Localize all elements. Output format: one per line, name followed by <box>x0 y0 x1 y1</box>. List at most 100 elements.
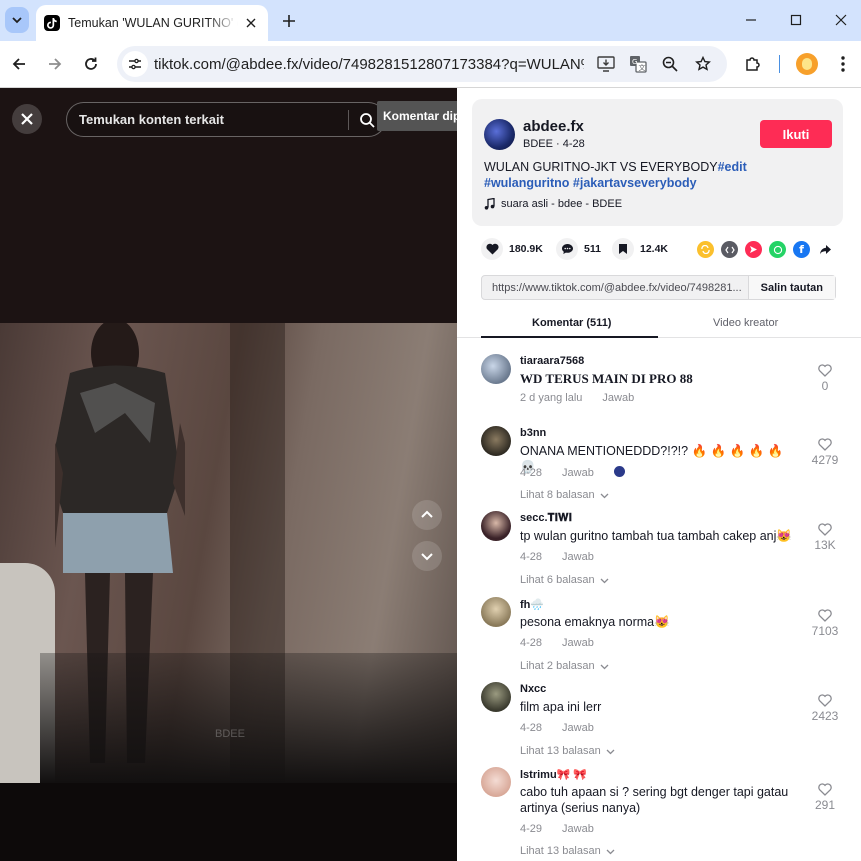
chevron-down-icon <box>600 493 609 498</box>
comment-like-button[interactable]: 291 <box>807 783 843 812</box>
search-input[interactable]: Temukan konten terkait <box>67 112 348 127</box>
embed-icon[interactable] <box>721 241 738 258</box>
comment-username[interactable]: fh🌧️ <box>520 598 544 611</box>
music-title: suara asli - bdee - BDEE <box>501 198 623 210</box>
avatar[interactable] <box>481 767 511 797</box>
view-replies-button[interactable]: Lihat 6 balasan <box>520 574 609 586</box>
new-tab-button[interactable] <box>279 11 299 31</box>
avatar[interactable] <box>481 511 511 541</box>
author-avatar[interactable] <box>484 119 515 150</box>
comment-text: pesona emaknya norma😻 <box>520 615 670 629</box>
site-info-button[interactable] <box>122 51 148 77</box>
share-link-box: https://www.tiktok.com/@abdee.fx/video/7… <box>481 275 836 300</box>
music-link[interactable]: suara asli - bdee - BDEE <box>484 198 622 210</box>
hashtag-link[interactable]: #wulanguritno <box>484 176 569 190</box>
comment-username[interactable]: lstrimu🎀 🎀 <box>520 768 587 781</box>
video-frame <box>0 323 457 783</box>
avatar[interactable] <box>481 597 511 627</box>
view-replies-button[interactable]: Lihat 8 balasan <box>520 489 609 501</box>
comment-like-button[interactable]: 0 <box>807 364 843 393</box>
comment-like-count: 2423 <box>811 709 839 723</box>
extensions-button[interactable] <box>742 53 764 75</box>
comment-date: 4-28 <box>520 467 543 479</box>
send-icon[interactable] <box>745 241 762 258</box>
close-window-button[interactable] <box>831 10 851 30</box>
toolbar-divider <box>779 55 780 73</box>
comment-like-button[interactable]: 7103 <box>807 609 843 638</box>
heart-outline-icon <box>818 783 832 796</box>
view-replies-button[interactable]: Lihat 2 balasan <box>520 660 609 672</box>
comment-date: 4-28 <box>520 637 543 649</box>
share-link-text[interactable]: https://www.tiktok.com/@abdee.fx/video/7… <box>482 282 748 294</box>
reply-button[interactable]: Jawab <box>562 637 594 649</box>
previous-video-button[interactable] <box>412 500 442 530</box>
tab-close-icon[interactable] <box>242 14 260 32</box>
tab-search-button[interactable] <box>5 7 29 33</box>
copy-link-button[interactable]: Salin tautan <box>747 276 835 299</box>
save-button[interactable]: 12.4K <box>612 238 668 260</box>
comment-like-button[interactable]: 13K <box>807 523 843 552</box>
reply-button[interactable]: Jawab <box>562 551 594 563</box>
maximize-button[interactable] <box>786 10 806 30</box>
bookmark-star-icon[interactable] <box>692 53 714 75</box>
comment-date: 2 d yang lalu <box>520 392 583 404</box>
view-replies-button[interactable]: Lihat 13 balasan <box>520 745 615 757</box>
comment-meta: 4-28 Jawab <box>520 637 614 649</box>
address-bar[interactable]: tiktok.com/@abdee.fx/video/7498281512807… <box>117 46 727 82</box>
comment-date: 4-28 <box>520 551 543 563</box>
comment-date: 4-29 <box>520 823 543 835</box>
music-note-icon <box>484 198 495 210</box>
related-search-bar[interactable]: Temukan konten terkait <box>66 102 386 137</box>
svg-text:文: 文 <box>639 63 646 72</box>
reply-button[interactable]: Jawab <box>562 467 594 479</box>
comment-like-button[interactable]: 2423 <box>807 694 843 723</box>
avatar[interactable] <box>481 354 511 384</box>
browser-tab-active[interactable]: Temukan 'WULAN GURITNO' di TikTok <box>36 5 268 41</box>
url-text[interactable]: tiktok.com/@abdee.fx/video/7498281512807… <box>154 56 584 73</box>
video-player[interactable]: BDEE Temukan konten terkait Komentar dip… <box>0 88 457 861</box>
tab-creator-videos[interactable]: Video kreator <box>713 317 778 329</box>
reload-button[interactable] <box>80 53 102 75</box>
svg-text:G: G <box>632 58 637 66</box>
minimize-button[interactable] <box>741 10 761 30</box>
comment-username[interactable]: secc.𝐓𝐈𝐖𝐈 <box>520 512 572 525</box>
like-button[interactable]: 180.9K <box>481 238 543 260</box>
follow-button[interactable]: Ikuti <box>760 120 832 148</box>
forward-button[interactable] <box>44 53 66 75</box>
video-watermark: BDEE <box>215 728 245 740</box>
back-button[interactable] <box>8 53 30 75</box>
hashtag-link[interactable]: #edit <box>718 160 747 174</box>
close-video-button[interactable] <box>12 104 42 134</box>
reply-button[interactable]: Jawab <box>562 823 594 835</box>
reply-button[interactable]: Jawab <box>562 722 594 734</box>
floor-shadow <box>40 653 457 783</box>
tab-comments[interactable]: Komentar (511) <box>532 317 611 329</box>
avatar[interactable] <box>481 426 511 456</box>
reply-button[interactable]: Jawab <box>602 392 634 404</box>
profile-avatar[interactable] <box>796 53 818 75</box>
comment-meta: 4-29 Jawab <box>520 823 614 835</box>
share-arrow-icon[interactable] <box>817 241 834 258</box>
comment-button[interactable]: 511 <box>556 238 601 260</box>
zoom-icon[interactable] <box>659 53 681 75</box>
comment-like-button[interactable]: 4279 <box>807 438 843 467</box>
repost-icon[interactable] <box>697 241 714 258</box>
heart-outline-icon <box>818 438 832 451</box>
view-replies-button[interactable]: Lihat 13 balasan <box>520 845 615 857</box>
chevron-up-icon <box>421 510 433 518</box>
heart-outline-icon <box>818 523 832 536</box>
browser-menu-button[interactable] <box>832 53 854 75</box>
install-app-icon[interactable] <box>595 53 617 75</box>
facebook-icon[interactable]: f <box>793 241 810 258</box>
avatar[interactable] <box>481 682 511 712</box>
translate-icon[interactable]: G文 <box>627 53 649 75</box>
comment-username[interactable]: b3nn <box>520 427 546 439</box>
panel-tabs: Komentar (511) Video kreator <box>457 310 861 338</box>
tiktok-favicon-icon <box>44 15 60 31</box>
hashtag-link[interactable]: #jakartavseverybody <box>573 176 697 190</box>
whatsapp-icon[interactable] <box>769 241 786 258</box>
comment-username[interactable]: tiaraara7568 <box>520 355 584 367</box>
comment-username[interactable]: Nxcc <box>520 683 546 695</box>
next-video-button[interactable] <box>412 541 442 571</box>
author-username[interactable]: abdee.fx <box>523 118 584 135</box>
